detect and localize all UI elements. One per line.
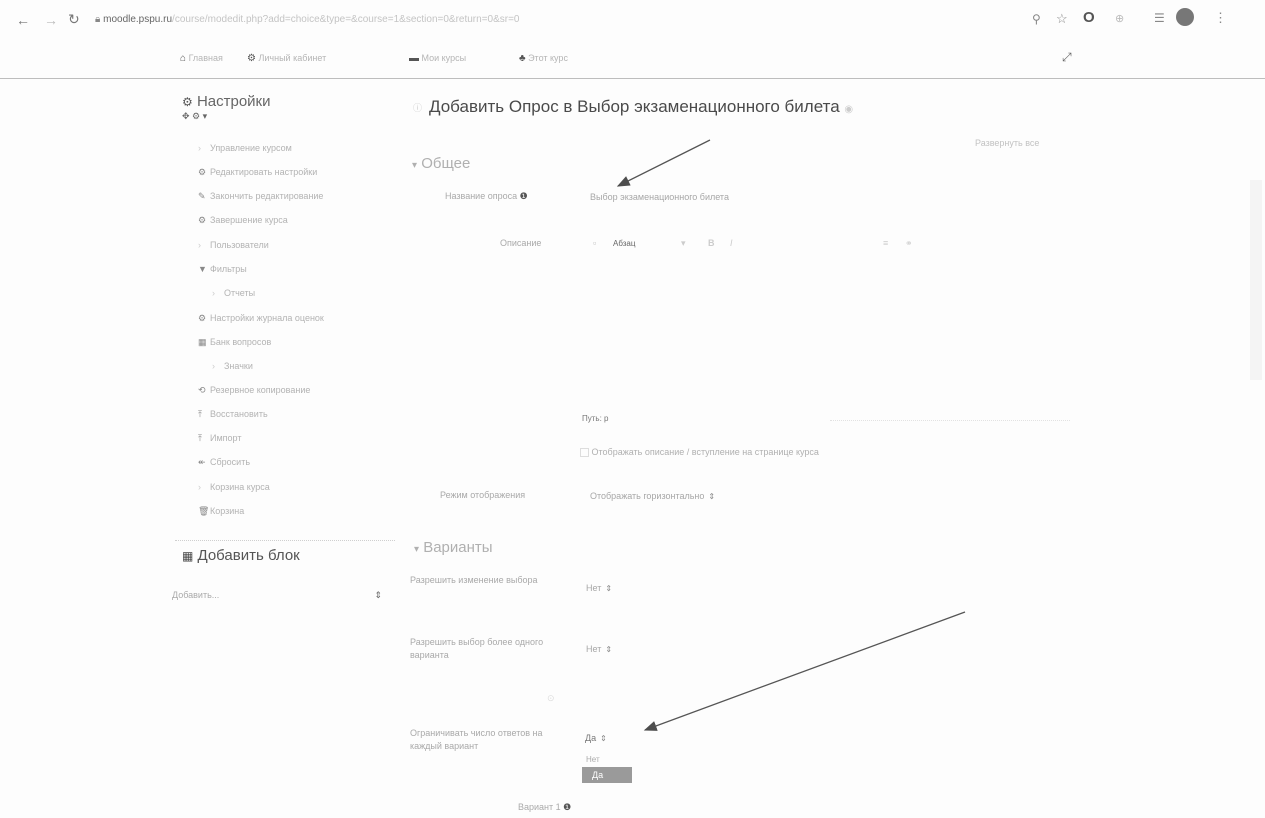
annotation-arrow-limit bbox=[643, 611, 966, 731]
annotation-arrow-name bbox=[616, 139, 711, 187]
annotation-overlay bbox=[616, 139, 966, 731]
